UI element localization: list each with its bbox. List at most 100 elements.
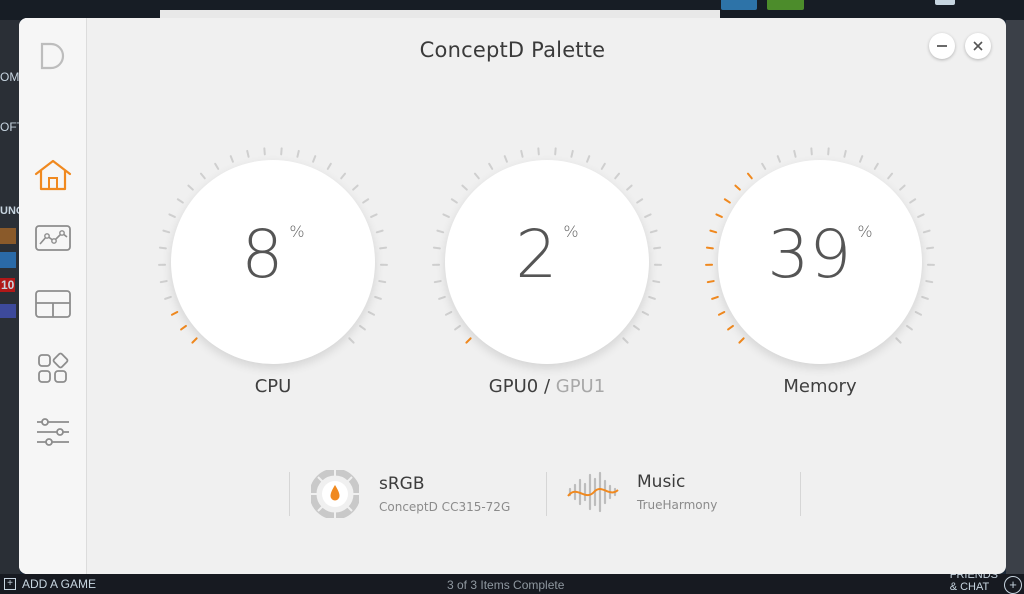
gauge-tick [340,172,347,180]
gauge-tick [378,280,387,284]
gauge-tick [614,172,621,180]
gauge-tick [711,295,719,300]
gauge-tick [359,324,366,331]
gauge-tick [214,162,220,170]
sidebar-item-home[interactable] [33,155,73,195]
gauge-tick [352,184,359,191]
gauge-tick [312,155,317,163]
chart-line-icon [35,225,71,251]
audio-profile-title: Music [637,472,686,492]
color-profile-icon [311,470,359,518]
gauge-tick [503,155,508,163]
gpu-usage-value: 2% [515,216,579,293]
gauge-tick [170,311,179,316]
divider [800,472,801,516]
divider [546,472,547,516]
sidebar-item-apps[interactable] [33,348,73,388]
gauge-tick [709,229,718,234]
gauge-tick [379,246,388,250]
color-profile-card[interactable]: sRGB ConceptD CC315-72G [311,470,510,518]
gauge-tick [159,280,168,284]
gauge-tick [895,337,902,344]
gauge-tick [649,229,658,234]
sidebar-item-monitoring[interactable] [33,218,73,258]
gauge-tick [622,337,629,344]
sidebar-item-layout[interactable] [33,284,73,324]
sidebar [19,18,87,574]
background-fragment: 10 [0,278,16,292]
gauge-tick [738,337,745,344]
gauge-tick [648,295,656,300]
gauge-tick [450,198,458,204]
color-profile-title: sRGB [379,474,425,494]
background-button-green[interactable] [767,0,804,10]
sliders-icon [37,418,69,446]
gauge-tick [761,162,767,170]
gauge-tick [444,311,453,316]
cpu-usage-value: 8% [241,216,305,293]
background-fragment: OM [0,70,20,84]
gauge-tick [906,324,913,331]
gauge-tick [914,311,923,316]
close-button[interactable] [965,33,991,59]
close-icon [973,41,983,51]
gauge-tick [432,246,441,250]
sound-wave-icon [567,471,619,513]
gpu1-label[interactable]: GPU1 [556,376,605,397]
gauge-tick [570,149,574,158]
add-game-button[interactable]: + ADD A GAME [4,577,96,591]
audio-profile-card[interactable]: Music TrueHarmony [567,470,717,514]
gauge-tick [176,198,184,204]
home-icon [34,159,72,191]
gauge-tick [636,198,644,204]
memory-gauge-face: 39% [718,160,922,364]
memory-label: Memory [783,376,857,397]
gauge-tick [843,149,847,158]
gauge-tick [158,246,167,250]
gauge-tick [488,162,494,170]
minimize-button[interactable] [929,33,955,59]
downloads-status[interactable]: 3 of 3 Items Complete [447,578,564,592]
gauge-tick [925,280,934,284]
gauge-tick [520,149,524,158]
percent-unit: % [289,222,305,241]
background-right-panel [1006,20,1024,575]
gauge-tick [461,184,468,191]
gauge-tick [465,337,472,344]
gauge-tick [727,324,734,331]
gauge-tick [436,229,445,234]
background-window-control[interactable] [935,0,955,5]
gauge-tick [873,162,879,170]
background-game-icon[interactable] [0,304,16,318]
gauge-tick [922,229,931,234]
gpu0-label[interactable]: GPU0 [489,376,538,397]
conceptd-palette-window: ConceptD Palette 8% CPU 2% GPU0 / GPU1 3… [19,18,1006,574]
minimize-icon [937,45,947,47]
background-button-blue[interactable] [721,0,757,10]
gauge-tick [375,229,384,234]
background-game-icon[interactable] [0,252,16,268]
background-game-icon[interactable] [0,228,16,244]
add-friend-icon[interactable]: + [1004,576,1022,594]
plus-icon: + [4,578,16,590]
gauge-tick [734,184,741,191]
gauge-tick [653,246,662,250]
color-profile-device: ConceptD CC315-72G [379,500,511,514]
apps-grid-icon [38,352,69,383]
divider [289,472,290,516]
gauge-tick [633,324,640,331]
gauge-tick [909,198,917,204]
gauge-tick [793,149,797,158]
gauge-tick [433,280,442,284]
gauge-tick [586,155,591,163]
gauge-tick [246,149,250,158]
gauge-tick [473,172,480,180]
gauge-tick [921,295,929,300]
gauge-tick [706,280,715,284]
cpu-label: CPU [254,376,292,397]
gauge-tick [652,280,661,284]
gpu-label: GPU0 / GPU1 [427,376,667,397]
gauge-tick [705,246,714,250]
gauge-tick [859,155,864,163]
sidebar-item-settings[interactable] [33,412,73,452]
